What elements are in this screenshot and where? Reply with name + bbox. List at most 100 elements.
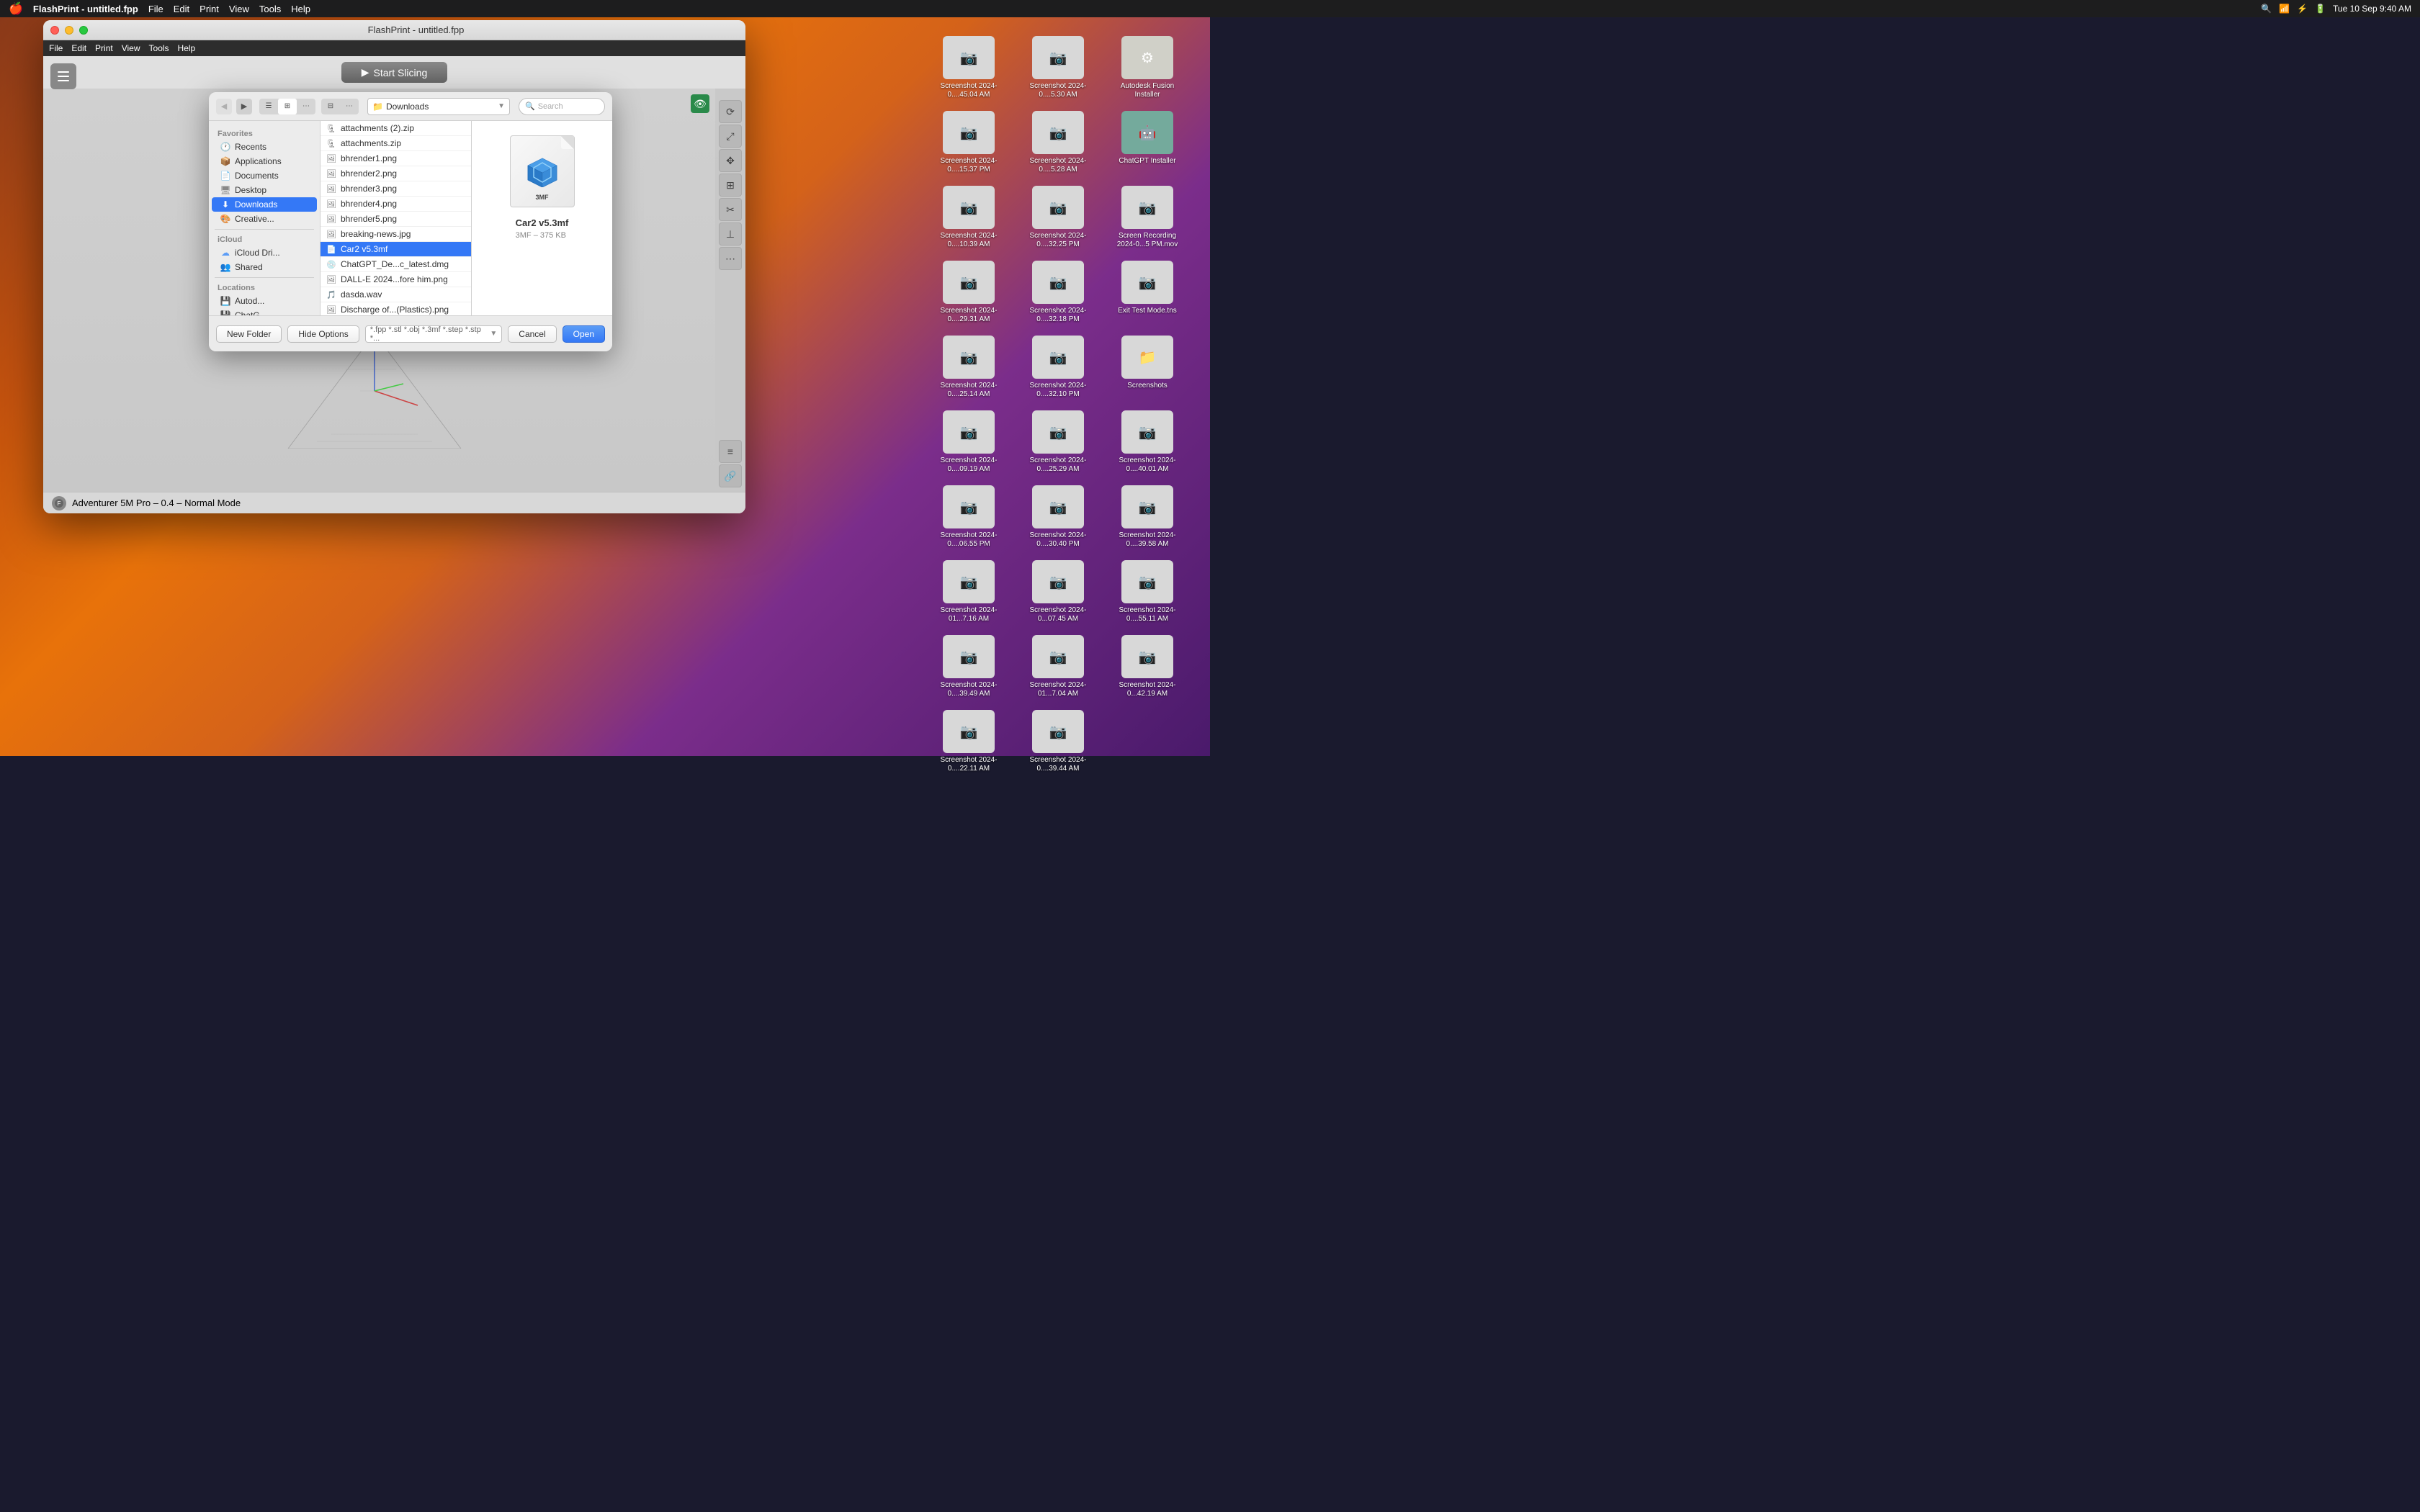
- desktop-icon-10[interactable]: 📷Screenshot 2024-0....32.18 PM: [1018, 256, 1098, 328]
- app-menu-file[interactable]: File: [49, 43, 63, 53]
- desktop-icon-23[interactable]: 📷Screenshot 2024-0....55.11 AM: [1108, 556, 1187, 628]
- sidebar-chatgpt[interactable]: 💾 ChatG...: [212, 308, 317, 315]
- file-item-selected[interactable]: 📄 Car2 v5.3mf: [321, 242, 471, 257]
- desktop-icon-19[interactable]: 📷Screenshot 2024-0....30.40 PM: [1018, 481, 1098, 553]
- desktop-icon-9[interactable]: 📷Screenshot 2024-0....29.31 AM: [929, 256, 1008, 328]
- desktop-icon-24[interactable]: 📷Screenshot 2024-0....39.49 AM: [929, 631, 1008, 703]
- sidebar-shared[interactable]: 👥 Shared: [212, 260, 317, 274]
- menu-edit[interactable]: Edit: [174, 4, 189, 14]
- eye-toggle-btn[interactable]: 👁: [691, 94, 709, 113]
- desktop-icon-2[interactable]: ⚙Autodesk Fusion Installer: [1108, 32, 1187, 104]
- desktop-icon-21[interactable]: 📷Screenshot 2024-01...7.16 AM: [929, 556, 1008, 628]
- file-item[interactable]: 🖼 bhrender2.png: [321, 166, 471, 181]
- menu-file[interactable]: File: [148, 4, 163, 14]
- desktop-icon-13[interactable]: 📷Screenshot 2024-0....32.10 PM: [1018, 331, 1098, 403]
- desktop-icon-4[interactable]: 📷Screenshot 2024-0....5.28 AM: [1018, 107, 1098, 179]
- flashprint-window: FlashPrint - untitled.fpp File Edit Prin…: [43, 20, 745, 513]
- desktop-icon-15[interactable]: 📷Screenshot 2024-0....09.19 AM: [929, 406, 1008, 478]
- view-more-btn[interactable]: ⋯: [297, 99, 315, 114]
- sidebar-icloud-drive[interactable]: ☁ iCloud Dri...: [212, 246, 317, 260]
- toolbar-supports[interactable]: ⊥: [719, 222, 742, 246]
- desktop-icon-14[interactable]: 📁Screenshots: [1108, 331, 1187, 403]
- columns-more-btn[interactable]: ⋯: [340, 99, 359, 114]
- filter-dropdown-icon[interactable]: ▼: [490, 330, 497, 338]
- desktop-icon-20[interactable]: 📷Screenshot 2024-0....39.58 AM: [1108, 481, 1187, 553]
- left-panel-btn[interactable]: [50, 63, 76, 89]
- file-item[interactable]: 🖼 DALL-E 2024...fore him.png: [321, 272, 471, 287]
- file-item[interactable]: 🎵 dasda.wav: [321, 287, 471, 302]
- desktop-icon-26[interactable]: 📷Screenshot 2024-0...42.19 AM: [1108, 631, 1187, 703]
- desktop-icon-22[interactable]: 📷Screenshot 2024-0...07.45 AM: [1018, 556, 1098, 628]
- app-menu-help[interactable]: Help: [178, 43, 196, 53]
- desktop-icon-11[interactable]: 📷Exit Test Mode.tns: [1108, 256, 1187, 328]
- toolbar-cut[interactable]: ✂: [719, 198, 742, 221]
- file-item[interactable]: 🖼 bhrender1.png: [321, 151, 471, 166]
- view-grid-btn[interactable]: ⊞: [278, 99, 297, 114]
- toolbar-settings[interactable]: ≡: [719, 440, 742, 463]
- file-item[interactable]: 🗜 attachments.zip: [321, 136, 471, 151]
- sidebar-documents[interactable]: 📄 Documents: [212, 168, 317, 183]
- start-slicing-button[interactable]: ▶ Start Slicing: [341, 62, 447, 83]
- desktop-icon-18[interactable]: 📷Screenshot 2024-0....06.55 PM: [929, 481, 1008, 553]
- desktop-icon-label-16: Screenshot 2024-0....25.29 AM: [1022, 456, 1094, 474]
- view-list-btn[interactable]: ☰: [259, 99, 278, 114]
- desktop-icon-6[interactable]: 📷Screenshot 2024-0....10.39 AM: [929, 181, 1008, 253]
- hide-options-button[interactable]: Hide Options: [287, 325, 359, 343]
- toolbar-rotate[interactable]: ⟳: [719, 100, 742, 123]
- sidebar-desktop[interactable]: 🖥 Desktop: [212, 183, 317, 197]
- location-dropdown-icon[interactable]: ▼: [498, 102, 505, 110]
- file-item[interactable]: 🖼 breaking-news.jpg: [321, 227, 471, 242]
- desktop-icon-28[interactable]: 📷Screenshot 2024-0....39.44 AM: [1018, 706, 1098, 778]
- desktop-icon-25[interactable]: 📷Screenshot 2024-01...7.04 AM: [1018, 631, 1098, 703]
- desktop-icon-3[interactable]: 📷Screenshot 2024-0....15.37 PM: [929, 107, 1008, 179]
- sidebar-applications[interactable]: 📦 Applications: [212, 154, 317, 168]
- maximize-button[interactable]: [79, 26, 88, 35]
- open-button[interactable]: Open: [563, 325, 605, 343]
- menu-print[interactable]: Print: [200, 4, 219, 14]
- menu-tools[interactable]: Tools: [259, 4, 281, 14]
- file-item[interactable]: 🖼 bhrender4.png: [321, 197, 471, 212]
- desktop-icon-1[interactable]: 📷Screenshot 2024-0....5.30 AM: [1018, 32, 1098, 104]
- toolbar-scale[interactable]: ⤢: [719, 125, 742, 148]
- minimize-button[interactable]: [65, 26, 73, 35]
- app-menu-view[interactable]: View: [122, 43, 140, 53]
- desktop-icon-8[interactable]: 📷Screen Recording 2024-0...5 PM.mov: [1108, 181, 1187, 253]
- desktop-icon-27[interactable]: 📷Screenshot 2024-0....22.11 AM: [929, 706, 1008, 778]
- sidebar-autodesk[interactable]: 💾 Autod...: [212, 294, 317, 308]
- file-item[interactable]: 🖼 Discharge of...(Plastics).png: [321, 302, 471, 315]
- new-folder-button[interactable]: New Folder: [216, 325, 282, 343]
- desktop-icon-5[interactable]: 🤖ChatGPT Installer: [1108, 107, 1187, 179]
- file-item[interactable]: 🖼 bhrender3.png: [321, 181, 471, 197]
- app-menu-tools[interactable]: Tools: [149, 43, 169, 53]
- back-button[interactable]: ◀: [216, 99, 232, 114]
- dialog-toolbar: ◀ ▶ ☰ ⊞ ⋯ ⊟ ⋯ 📁 Downloads: [209, 92, 612, 121]
- sidebar-creative[interactable]: 🎨 Creative...: [212, 212, 317, 226]
- close-button[interactable]: [50, 26, 59, 35]
- desktop-icon-7[interactable]: 📷Screenshot 2024-0....32.25 PM: [1018, 181, 1098, 253]
- desktop-icon-0[interactable]: 📷Screenshot 2024-0....45.04 AM: [929, 32, 1008, 104]
- menu-bar: 🍎 FlashPrint - untitled.fpp File Edit Pr…: [0, 0, 2420, 17]
- app-menu-print[interactable]: Print: [95, 43, 113, 53]
- sidebar-recents[interactable]: 🕐 Recents: [212, 140, 317, 154]
- app-name[interactable]: FlashPrint - untitled.fpp: [33, 4, 138, 14]
- apple-menu[interactable]: 🍎: [9, 1, 23, 16]
- toolbar-link[interactable]: 🔗: [719, 464, 742, 487]
- desktop-icon-label-11: Exit Test Mode.tns: [1118, 307, 1177, 315]
- toolbar-more[interactable]: ⋯: [719, 247, 742, 270]
- columns-view-btn[interactable]: ⊟: [321, 99, 340, 114]
- cancel-button[interactable]: Cancel: [508, 325, 556, 343]
- file-item[interactable]: 🖼 bhrender5.png: [321, 212, 471, 227]
- file-item[interactable]: 🗜 attachments (2).zip: [321, 121, 471, 136]
- sidebar-downloads[interactable]: ⬇ Downloads: [212, 197, 317, 212]
- desktop-icon-17[interactable]: 📷Screenshot 2024-0....40.01 AM: [1108, 406, 1187, 478]
- desktop-icon-12[interactable]: 📷Screenshot 2024-0....25.14 AM: [929, 331, 1008, 403]
- app-menu-edit[interactable]: Edit: [71, 43, 86, 53]
- forward-button[interactable]: ▶: [236, 99, 252, 114]
- menu-view[interactable]: View: [229, 4, 249, 14]
- menu-help[interactable]: Help: [291, 4, 310, 14]
- desktop-icon-16[interactable]: 📷Screenshot 2024-0....25.29 AM: [1018, 406, 1098, 478]
- file-item[interactable]: 💿 ChatGPT_De...c_latest.dmg: [321, 257, 471, 272]
- toolbar-move[interactable]: ✥: [719, 149, 742, 172]
- search-field[interactable]: 🔍 Search: [519, 98, 605, 115]
- toolbar-mirror[interactable]: ⊞: [719, 174, 742, 197]
